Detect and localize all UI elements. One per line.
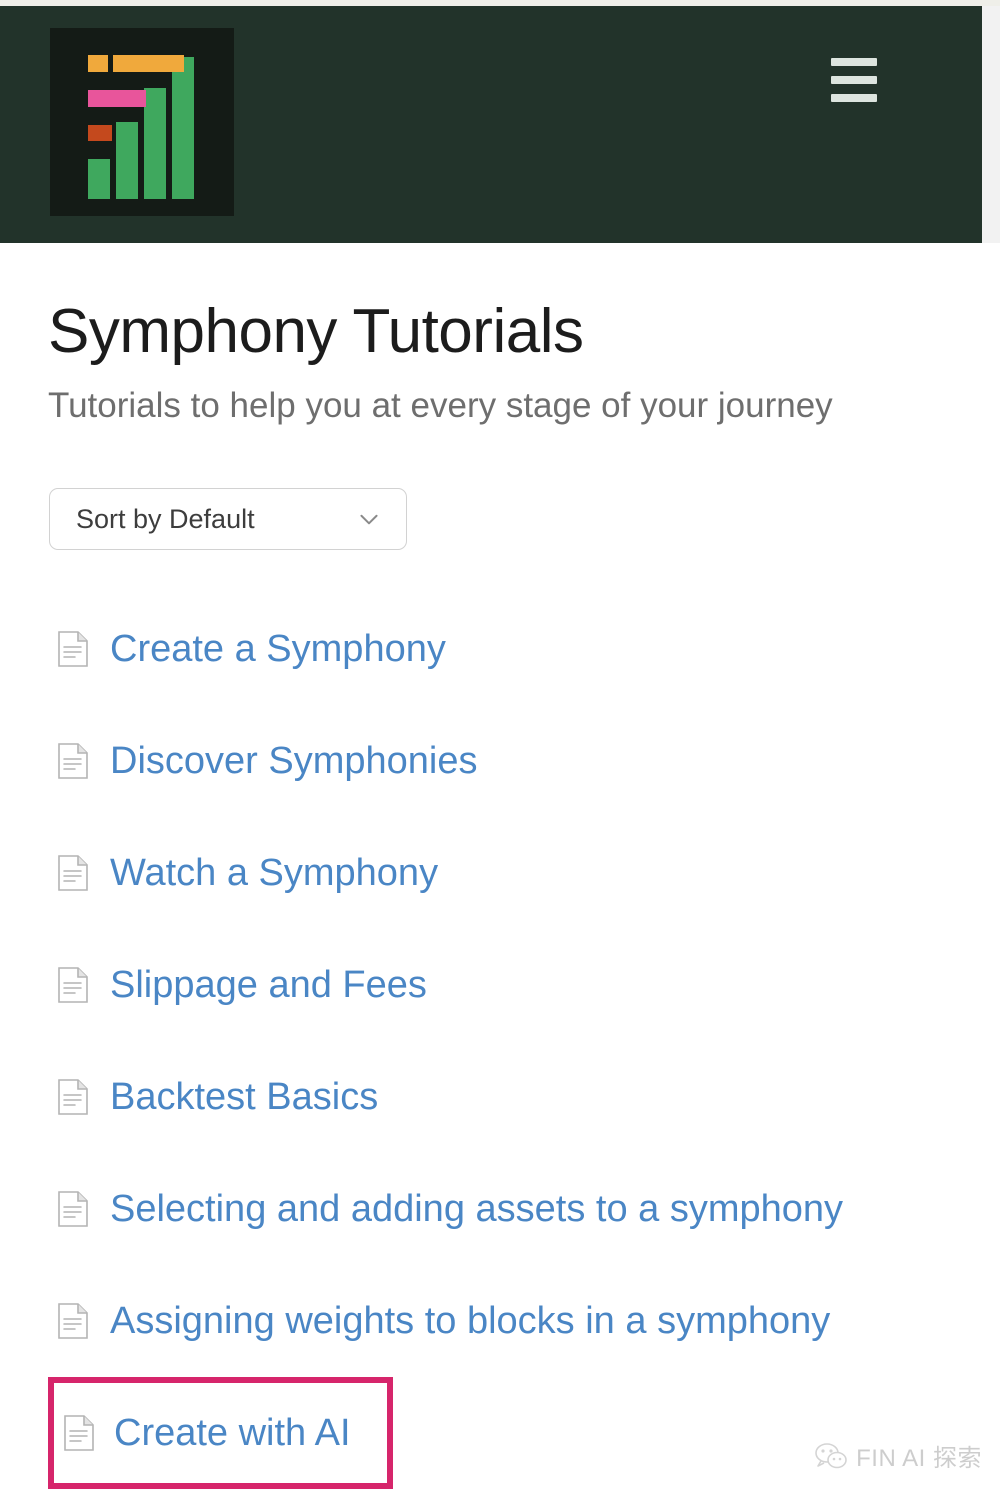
tutorial-list: Create a Symphony Discover Symphonies Wa… xyxy=(0,593,1000,1489)
tutorial-link[interactable]: Backtest Basics xyxy=(110,1078,378,1116)
watermark-text: FIN AI 探索 xyxy=(856,1445,982,1472)
tutorial-link[interactable]: Assigning weights to blocks in a symphon… xyxy=(110,1302,830,1340)
document-icon xyxy=(58,631,88,667)
tutorial-link[interactable]: Watch a Symphony xyxy=(110,854,438,892)
page-subtitle: Tutorials to help you at every stage of … xyxy=(48,386,833,425)
tutorial-link[interactable]: Create with AI xyxy=(114,1414,351,1452)
list-item[interactable]: Assigning weights to blocks in a symphon… xyxy=(0,1265,1000,1377)
hamburger-bar xyxy=(831,58,877,66)
document-icon xyxy=(58,1191,88,1227)
wechat-icon xyxy=(815,1442,847,1468)
list-item-highlighted[interactable]: Create with AI xyxy=(48,1377,393,1489)
sort-dropdown[interactable]: Sort by Default xyxy=(49,488,407,550)
list-item[interactable]: Discover Symphonies xyxy=(0,705,1000,817)
site-logo[interactable] xyxy=(50,28,234,216)
document-icon xyxy=(58,967,88,1003)
header-right-strip xyxy=(982,6,1000,243)
hamburger-bar xyxy=(831,76,877,84)
sort-dropdown-label: Sort by Default xyxy=(76,503,255,534)
tutorial-link[interactable]: Discover Symphonies xyxy=(110,742,477,780)
watermark: FIN AI 探索 xyxy=(814,1438,982,1473)
symphony-bar-chart-logo-icon xyxy=(88,55,194,199)
list-item[interactable]: Backtest Basics xyxy=(0,1041,1000,1153)
page-title: Symphony Tutorials xyxy=(48,297,584,366)
document-icon xyxy=(58,743,88,779)
tutorial-link[interactable]: Create a Symphony xyxy=(110,630,446,668)
chevron-down-icon xyxy=(360,514,378,525)
list-item[interactable]: Watch a Symphony xyxy=(0,817,1000,929)
document-icon xyxy=(58,855,88,891)
list-item[interactable]: Slippage and Fees xyxy=(0,929,1000,1041)
list-item[interactable]: Create a Symphony xyxy=(0,593,1000,705)
tutorial-link[interactable]: Slippage and Fees xyxy=(110,966,427,1004)
list-item[interactable]: Selecting and adding assets to a symphon… xyxy=(0,1153,1000,1265)
site-header xyxy=(0,6,982,243)
hamburger-menu-icon[interactable] xyxy=(831,58,877,102)
document-icon xyxy=(58,1303,88,1339)
tutorial-link[interactable]: Selecting and adding assets to a symphon… xyxy=(110,1190,843,1228)
document-icon xyxy=(64,1415,94,1451)
document-icon xyxy=(58,1079,88,1115)
hamburger-bar xyxy=(831,94,877,102)
